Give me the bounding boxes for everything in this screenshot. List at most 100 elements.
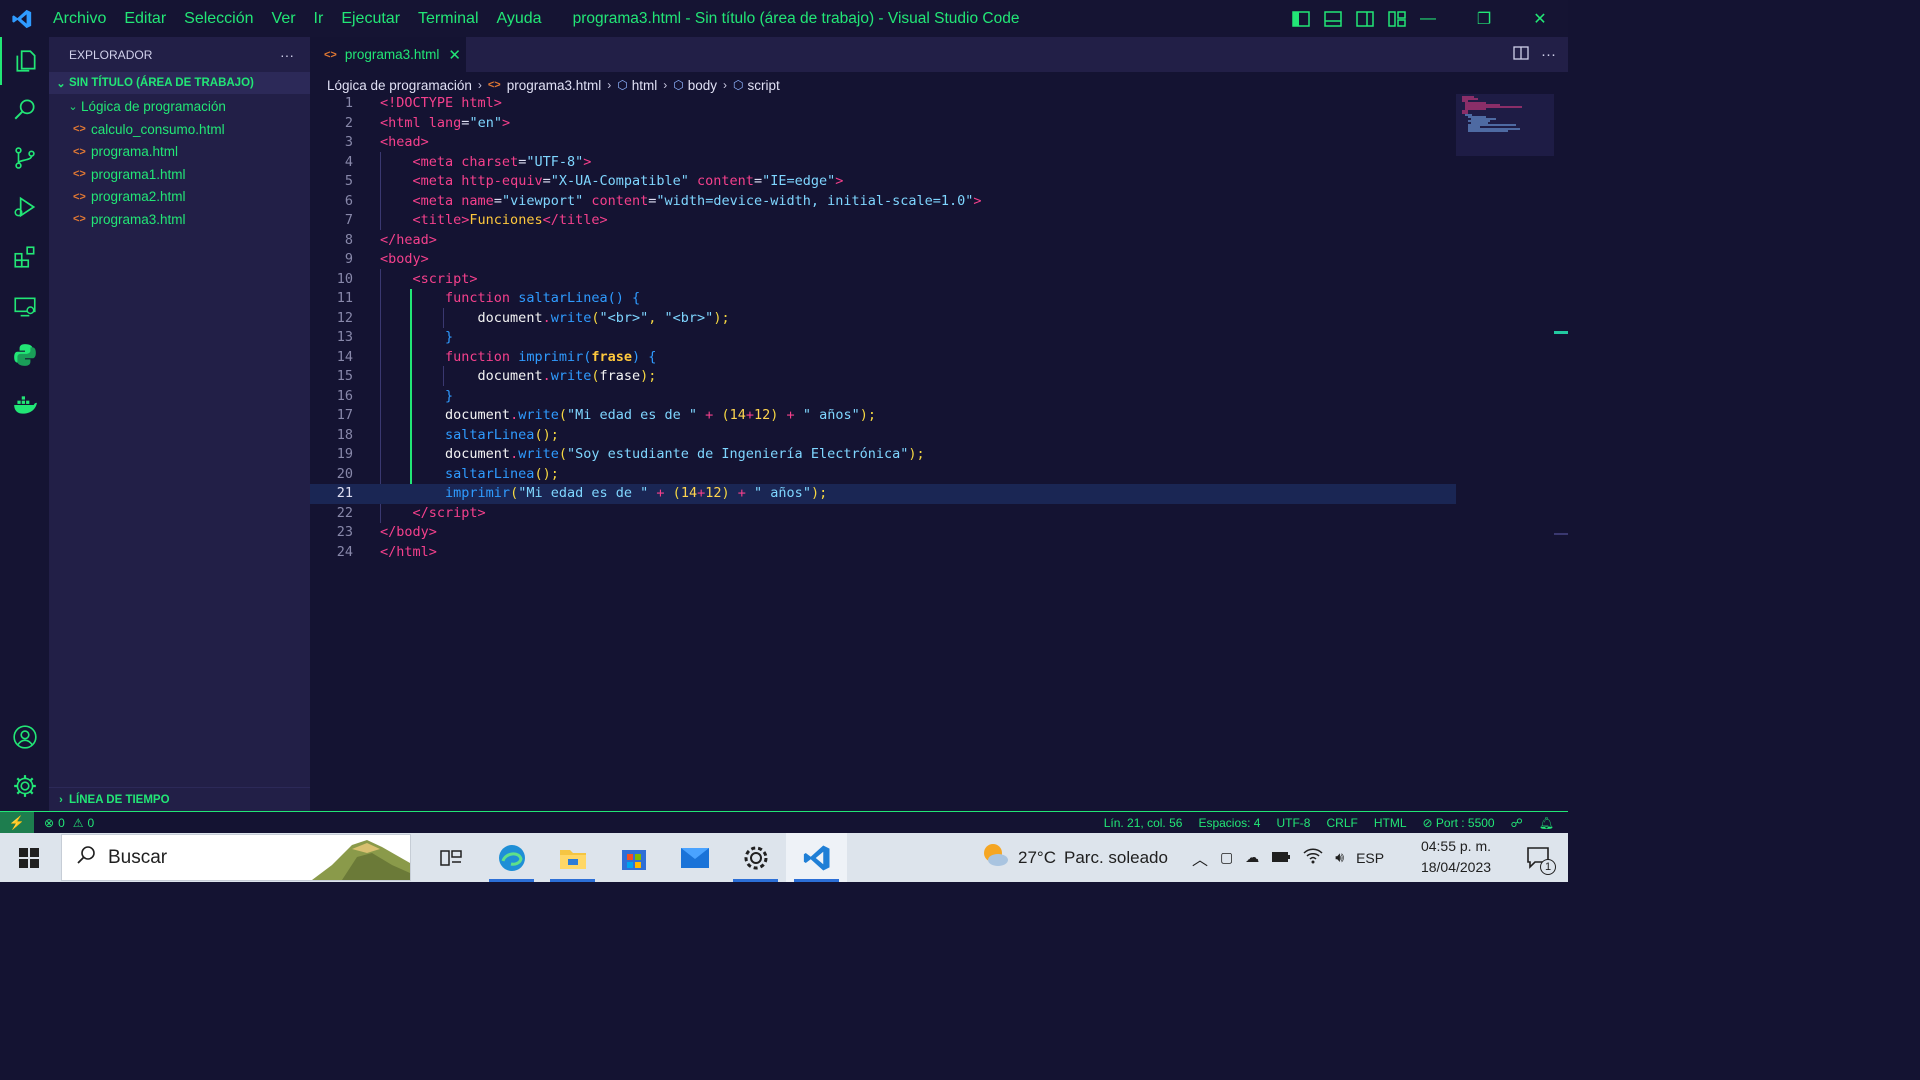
more-actions-icon[interactable]: ···	[280, 47, 294, 63]
live-server-port[interactable]: ⊘ Port : 5500	[1423, 816, 1495, 830]
menu-ver[interactable]: Ver	[263, 0, 305, 37]
toggle-panel-icon[interactable]	[1322, 8, 1344, 30]
code-token: " años"	[754, 485, 811, 501]
warning-icon: ⚠	[72, 815, 84, 830]
file-item-programa[interactable]: <> programa.html	[49, 141, 310, 164]
taskbar-clock[interactable]: 04:55 p. m. 18/04/2023	[1408, 836, 1504, 878]
feedback-icon[interactable]: ☍	[1511, 816, 1523, 830]
breadcrumb-symbol-body[interactable]: body	[688, 78, 717, 93]
mail-icon[interactable]	[664, 833, 725, 882]
run-debug-icon[interactable]	[0, 183, 49, 231]
end-of-line[interactable]: CRLF	[1326, 816, 1357, 830]
html-file-icon: <>	[73, 168, 86, 181]
line-number: 6	[344, 192, 353, 209]
code-text: </body>	[380, 524, 437, 540]
menu-ir[interactable]: Ir	[305, 0, 333, 37]
menu-archivo[interactable]: Archivo	[44, 0, 115, 37]
remote-indicator-icon[interactable]: ⚡	[0, 811, 34, 834]
toggle-secondary-sidebar-icon[interactable]	[1354, 8, 1376, 30]
windows-taskbar: Buscar 27°C Parc. soleado ︿ ▢ ☁ 🔊︎ ESP 0…	[0, 833, 1568, 882]
task-view-icon[interactable]	[420, 833, 481, 882]
close-tab-icon[interactable]: ✕	[448, 46, 461, 64]
encoding[interactable]: UTF-8	[1276, 816, 1310, 830]
line-number: 7	[344, 212, 353, 228]
menu-bar: Archivo Editar Selección Ver Ir Ejecutar…	[44, 0, 551, 37]
breadcrumb: Lógica de programación › <> programa3.ht…	[327, 74, 780, 96]
docker-icon[interactable]	[0, 381, 49, 429]
workspace-title: SIN TÍTULO (ÁREA DE TRABAJO)	[69, 77, 254, 89]
notifications-bell-icon[interactable]: 🔔︎	[1539, 816, 1554, 830]
microsoft-store-icon[interactable]	[603, 833, 664, 882]
code-line: 4 <meta charset="UTF-8">	[310, 153, 1456, 173]
remote-explorer-icon[interactable]	[0, 283, 49, 331]
taskbar-search-box[interactable]: Buscar	[61, 834, 411, 881]
code-text: document.write(frase);	[477, 368, 657, 384]
tab-bar: <> programa3.html ✕ ···	[310, 37, 1568, 72]
extensions-icon[interactable]	[0, 233, 49, 281]
problems-indicator[interactable]: ⊗ 0 ⚠ 0	[44, 816, 94, 830]
wifi-icon[interactable]	[1303, 848, 1323, 867]
meet-now-icon[interactable]: ▢	[1220, 849, 1233, 866]
minimap[interactable]	[1456, 94, 1554, 156]
code-editor[interactable]: 1 <!DOCTYPE html> 2 <html lang="en"> 3 <hea…	[310, 94, 1568, 811]
more-actions-icon[interactable]: ···	[1541, 46, 1556, 63]
file-item-programa3[interactable]: <> programa3.html	[49, 208, 310, 231]
notification-center-icon[interactable]: 1	[1526, 845, 1556, 875]
file-label: programa.html	[91, 144, 179, 160]
accounts-icon[interactable]	[0, 713, 49, 761]
code-text: </script>	[412, 504, 486, 521]
menu-editar[interactable]: Editar	[115, 0, 175, 37]
weather-widget[interactable]: 27°C Parc. soleado	[980, 833, 1168, 882]
menu-ayuda[interactable]: Ayuda	[488, 0, 551, 37]
language-mode[interactable]: HTML	[1374, 816, 1407, 830]
windows-start-icon[interactable]	[0, 833, 58, 882]
symbol-icon: ⬡	[673, 78, 684, 92]
edge-browser-icon[interactable]	[481, 833, 542, 882]
file-item-calculo-consumo[interactable]: <> calculo_consumo.html	[49, 118, 310, 141]
split-editor-icon[interactable]	[1513, 45, 1529, 64]
timeline-section[interactable]: › LÍNEA DE TIEMPO	[49, 787, 310, 811]
clock-date: 18/04/2023	[1420, 859, 1492, 875]
menu-seleccion[interactable]: Selección	[175, 0, 262, 37]
code-line: 23 </body>	[310, 523, 1456, 543]
workspace-section[interactable]: ⌄ SIN TÍTULO (ÁREA DE TRABAJO)	[49, 72, 310, 94]
search-icon[interactable]	[0, 85, 49, 133]
settings-icon[interactable]	[725, 833, 786, 882]
battery-icon[interactable]	[1271, 850, 1291, 866]
restore-icon[interactable]: ❐	[1456, 0, 1512, 37]
input-language[interactable]: ESP	[1356, 850, 1384, 866]
breadcrumb-symbol-html[interactable]: html	[632, 78, 658, 93]
close-window-icon[interactable]: ✕	[1512, 0, 1568, 37]
volume-icon[interactable]: 🔊︎	[1335, 849, 1344, 866]
tab-programa3[interactable]: <> programa3.html ✕	[310, 37, 466, 72]
explorer-title: EXPLORADOR	[69, 47, 153, 62]
onedrive-cloud-icon[interactable]: ☁	[1245, 849, 1259, 866]
explorer-icon[interactable]	[0, 37, 49, 85]
source-control-icon[interactable]	[0, 134, 49, 182]
vscode-taskbar-icon[interactable]	[786, 833, 847, 882]
cursor-position[interactable]: Lín. 21, col. 56	[1104, 816, 1183, 830]
code-token: " años"	[802, 407, 860, 423]
search-highlight-image	[312, 835, 410, 885]
file-item-programa2[interactable]: <> programa2.html	[49, 186, 310, 209]
code-line: 3 <head>	[310, 133, 1456, 153]
show-hidden-icons-icon[interactable]: ︿	[1192, 846, 1208, 870]
indentation[interactable]: Espacios: 4	[1198, 816, 1260, 830]
folder-logica[interactable]: ⌄ Lógica de programación	[49, 95, 310, 118]
file-label: calculo_consumo.html	[91, 121, 225, 137]
breadcrumb-symbol-script[interactable]: script	[748, 78, 780, 93]
file-item-programa1[interactable]: <> programa1.html	[49, 163, 310, 186]
scrollbar-cursor-marker	[1554, 331, 1568, 334]
window-controls: — ❐ ✕	[1400, 0, 1568, 37]
toggle-primary-sidebar-icon[interactable]	[1290, 8, 1312, 30]
menu-ejecutar[interactable]: Ejecutar	[332, 0, 409, 37]
python-icon[interactable]	[0, 331, 49, 379]
file-explorer-icon[interactable]	[542, 833, 603, 882]
minimize-icon[interactable]: —	[1400, 0, 1456, 37]
breadcrumb-file[interactable]: programa3.html	[507, 78, 602, 93]
breadcrumb-folder[interactable]: Lógica de programación	[327, 78, 472, 93]
line-number: 10	[336, 270, 353, 287]
settings-gear-icon[interactable]	[0, 762, 49, 810]
menu-terminal[interactable]: Terminal	[409, 0, 487, 37]
code-line: 19 document.write("Soy estudiante de Ing…	[310, 445, 1456, 465]
